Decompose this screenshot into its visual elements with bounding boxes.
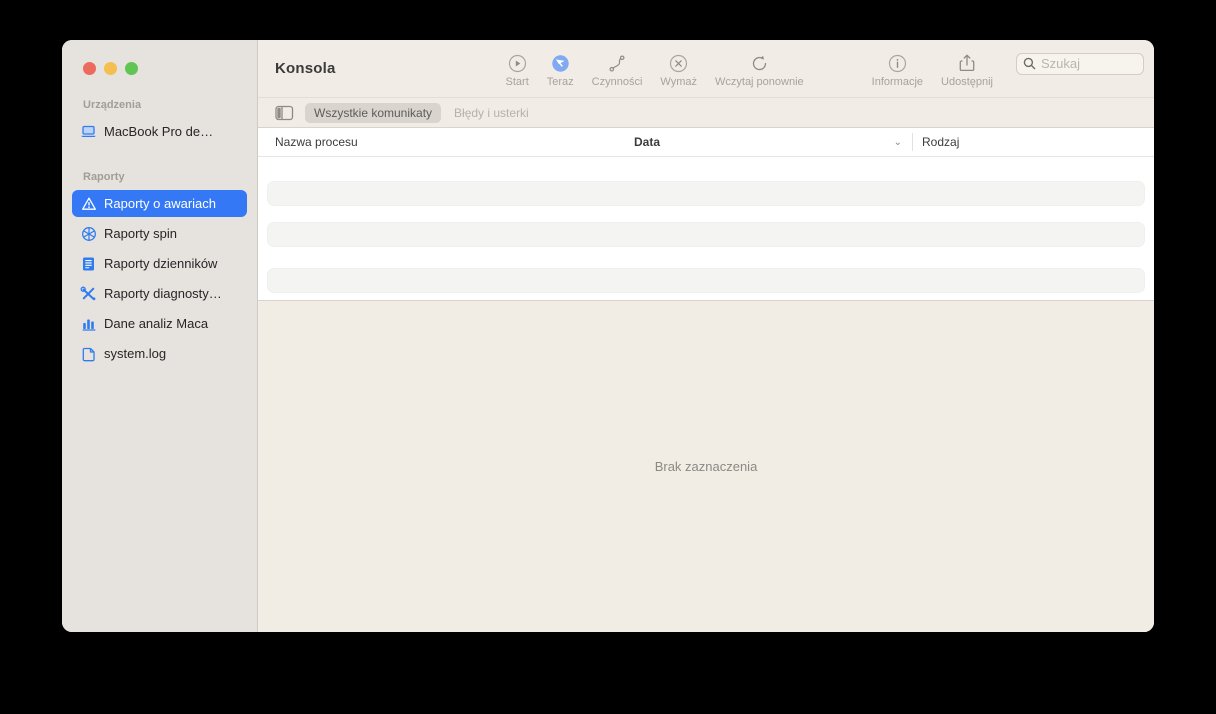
clear-button[interactable]: Wymaż: [651, 49, 706, 88]
info-button[interactable]: Informacje: [863, 49, 932, 88]
actions-path-icon: [607, 53, 627, 73]
start-button[interactable]: Start: [497, 49, 538, 88]
console-app-window: Urządzenia MacBook Pro de… Raporty Rapor…: [62, 40, 1154, 632]
sidebar-item-label: Dane analiz Maca: [104, 316, 209, 331]
laptop-icon: [80, 123, 97, 140]
info-circle-icon: [888, 53, 907, 73]
page-title: Konsola: [275, 60, 336, 77]
sidebar-item-mac-analytics[interactable]: Dane analiz Maca: [72, 310, 247, 337]
share-icon: [958, 53, 976, 73]
traffic-lights: [62, 40, 257, 75]
bar-chart-icon: [80, 315, 97, 332]
toolbar: Konsola Start Teraz Czynności Wymaż Wczy…: [258, 40, 1154, 97]
sidebar-item-system-log[interactable]: system.log: [72, 340, 247, 367]
log-document-icon: [80, 255, 97, 272]
column-header-type[interactable]: Rodzaj: [913, 135, 959, 149]
play-circle-icon: [508, 53, 527, 73]
reload-icon: [750, 53, 769, 73]
filter-bar: Wszystkie komunikaty Błędy i usterki: [258, 97, 1154, 128]
minimize-window-button[interactable]: [104, 62, 117, 75]
sidebar-section-devices: Urządzenia: [83, 99, 142, 111]
segment-all-messages[interactable]: Wszystkie komunikaty: [305, 102, 442, 123]
search-field[interactable]: [1016, 52, 1144, 75]
reload-button[interactable]: Wczytaj ponownie: [706, 49, 813, 88]
sidebar: Urządzenia MacBook Pro de… Raporty Rapor…: [62, 40, 258, 632]
detail-panel: Brak zaznaczenia: [258, 300, 1154, 632]
sidebar-item-log-reports[interactable]: Raporty dzienników: [72, 250, 247, 277]
column-header-date[interactable]: Data ⌄: [634, 135, 912, 149]
search-icon: [1023, 57, 1036, 70]
sidebar-item-crash-reports[interactable]: Raporty o awariach: [72, 190, 247, 217]
pinwheel-icon: [80, 225, 97, 242]
sidebar-item-label: MacBook Pro de…: [104, 124, 214, 139]
sidebar-toggle-icon[interactable]: [275, 105, 294, 121]
sidebar-item-label: Raporty spin: [104, 226, 177, 241]
now-button[interactable]: Teraz: [538, 49, 583, 88]
actions-button[interactable]: Czynności: [583, 49, 652, 88]
warning-triangle-icon: [80, 195, 97, 212]
now-arrow-icon: [551, 53, 570, 73]
search-input[interactable]: [1041, 56, 1131, 71]
sidebar-section-reports: Raporty: [83, 171, 125, 183]
sidebar-item-label: Raporty o awariach: [104, 196, 216, 211]
table-row[interactable]: [267, 268, 1145, 293]
main-area: Konsola Start Teraz Czynności Wymaż Wczy…: [258, 40, 1154, 632]
empty-selection-text: Brak zaznaczenia: [654, 459, 758, 474]
sidebar-item-diagnostic-reports[interactable]: Raporty diagnosty…: [72, 280, 247, 307]
file-icon: [80, 345, 97, 362]
chevron-down-icon: ⌄: [893, 136, 902, 148]
table-row[interactable]: [267, 222, 1145, 247]
share-button[interactable]: Udostępnij: [932, 49, 1002, 88]
table-header: Nazwa procesu Data ⌄ Rodzaj: [258, 128, 1154, 157]
sidebar-item-label: Raporty diagnosty…: [104, 286, 222, 301]
table-row[interactable]: [267, 181, 1145, 206]
sidebar-item-spin-reports[interactable]: Raporty spin: [72, 220, 247, 247]
column-header-process-name[interactable]: Nazwa procesu: [258, 135, 634, 149]
sidebar-item-label: Raporty dzienników: [104, 256, 218, 271]
clear-circle-icon: [669, 53, 688, 73]
table-body: [258, 157, 1154, 300]
zoom-window-button[interactable]: [125, 62, 138, 75]
toolbar-buttons: Start Teraz Czynności Wymaż Wczytaj pono…: [497, 49, 1002, 88]
segment-errors-faults[interactable]: Błędy i usterki: [454, 106, 529, 120]
sidebar-item-label: system.log: [104, 346, 167, 361]
tools-icon: [80, 285, 97, 302]
sidebar-item-macbook[interactable]: MacBook Pro de…: [72, 118, 247, 145]
close-window-button[interactable]: [83, 62, 96, 75]
